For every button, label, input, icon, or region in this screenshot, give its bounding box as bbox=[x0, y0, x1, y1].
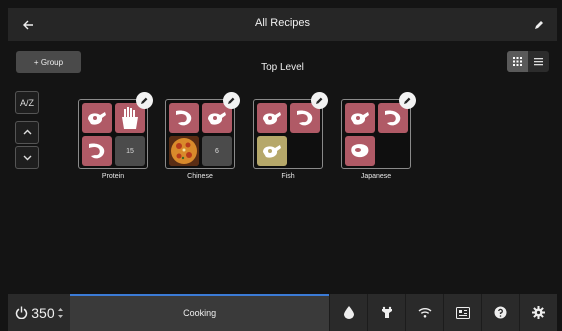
bottom-bar: 350 Cooking bbox=[8, 294, 557, 331]
group-tiles bbox=[253, 92, 328, 169]
chicken-tile bbox=[345, 103, 375, 133]
pizza-photo-tile bbox=[169, 136, 199, 166]
grid-view-button[interactable] bbox=[507, 51, 528, 72]
chicken-icon bbox=[351, 112, 369, 125]
chevron-down-icon bbox=[23, 155, 31, 161]
pencil-icon bbox=[228, 97, 235, 104]
chicken-gold-tile bbox=[257, 136, 287, 166]
level-title: Top Level bbox=[261, 62, 304, 73]
recipe-book-button[interactable] bbox=[443, 294, 481, 331]
group-count: 15 bbox=[115, 136, 145, 166]
steak-tile bbox=[345, 136, 375, 166]
recipe-group-japanese[interactable]: Japanese bbox=[341, 92, 416, 180]
pizza-photo-icon bbox=[169, 136, 199, 166]
settings-icon bbox=[532, 306, 546, 319]
group-name: Chinese bbox=[187, 173, 213, 180]
sort-az-button[interactable]: A/Z bbox=[15, 91, 39, 114]
shrimp-icon bbox=[176, 110, 192, 126]
group-name: Japanese bbox=[360, 173, 392, 180]
settings-button[interactable] bbox=[519, 294, 557, 331]
chicken-icon bbox=[263, 112, 281, 125]
wifi-icon bbox=[418, 308, 432, 318]
chicken-icon bbox=[263, 145, 281, 158]
recipe-book-icon bbox=[455, 306, 470, 319]
steak-icon bbox=[351, 144, 369, 158]
pencil-icon bbox=[316, 97, 323, 104]
recipe-group-chinese[interactable]: 6 Chinese bbox=[165, 92, 240, 180]
chicken-tile bbox=[82, 103, 112, 133]
pencil-icon bbox=[141, 97, 148, 104]
edit-group-button[interactable] bbox=[399, 92, 416, 109]
group-tiles: 6 bbox=[165, 92, 240, 169]
power-icon bbox=[16, 306, 28, 319]
pencil-icon bbox=[535, 21, 543, 29]
edit-group-button[interactable] bbox=[223, 92, 240, 109]
list-icon bbox=[534, 58, 543, 66]
wifi-button[interactable] bbox=[405, 294, 443, 331]
sort-az-label: A/Z bbox=[19, 97, 34, 108]
chevron-up-icon bbox=[23, 129, 31, 135]
chicken-icon bbox=[208, 112, 226, 125]
scroll-down-button[interactable] bbox=[15, 146, 39, 169]
scroll-up-button[interactable] bbox=[15, 121, 39, 144]
recipe-group-protein[interactable]: 15 Protein bbox=[78, 92, 153, 180]
shrimp-tile bbox=[169, 103, 199, 133]
help-button[interactable] bbox=[481, 294, 519, 331]
group-count: 6 bbox=[202, 136, 232, 166]
list-view-button[interactable] bbox=[528, 51, 549, 72]
temperature-control[interactable]: 350 bbox=[8, 294, 70, 331]
view-toggle bbox=[507, 51, 549, 72]
water-button[interactable] bbox=[329, 294, 367, 331]
fries-icon bbox=[122, 107, 138, 129]
edit-button[interactable] bbox=[529, 15, 549, 35]
group-name: Protein bbox=[101, 173, 125, 180]
recipes-panel: + Group Top Level A/Z 15 Protein 6 Chine… bbox=[8, 41, 557, 292]
temperature-value: 350 bbox=[31, 304, 55, 321]
shrimp-icon bbox=[89, 143, 105, 159]
group-tiles: 15 bbox=[78, 92, 153, 169]
group-name: Fish bbox=[281, 173, 295, 180]
chicken-tile bbox=[257, 103, 287, 133]
shrimp-icon bbox=[385, 110, 401, 126]
grid-icon bbox=[513, 57, 522, 66]
updown-arrows-icon bbox=[57, 307, 63, 318]
page-title: All Recipes bbox=[254, 17, 311, 29]
top-bar: All Recipes bbox=[8, 8, 557, 41]
pencil-icon bbox=[404, 97, 411, 104]
edit-group-button[interactable] bbox=[136, 92, 153, 109]
edit-group-button[interactable] bbox=[311, 92, 328, 109]
chicken-icon bbox=[88, 112, 106, 125]
group-tiles bbox=[341, 92, 416, 169]
cooking-label: Cooking bbox=[183, 307, 217, 318]
cooking-button[interactable]: Cooking bbox=[69, 294, 330, 331]
shrimp-icon bbox=[297, 110, 313, 126]
probe-icon bbox=[381, 306, 392, 318]
probe-button[interactable] bbox=[367, 294, 405, 331]
help-icon bbox=[494, 306, 507, 319]
shrimp-tile bbox=[82, 136, 112, 166]
cooking-progress-bar bbox=[69, 294, 330, 296]
recipe-group-fish[interactable]: Fish bbox=[253, 92, 328, 180]
water-drop-icon bbox=[343, 306, 354, 319]
